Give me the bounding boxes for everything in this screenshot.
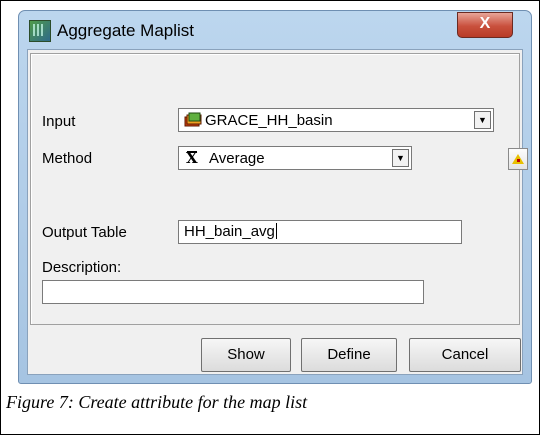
input-combo[interactable]: GRACE_HH_basin ▼ [178,108,494,132]
average-icon: X [186,149,198,167]
method-value: Average [209,150,265,167]
title-bar[interactable]: Aggregate Maplist X [19,11,531,49]
chevron-down-icon[interactable]: ▼ [392,149,409,167]
show-button[interactable]: Show [201,338,291,372]
method-combo[interactable]: X Average ▼ [178,146,412,170]
figure-caption: Figure 7: Create attribute for the map l… [6,392,308,412]
input-value: GRACE_HH_basin [205,112,333,129]
output-table-value: HH_bain_avg [184,223,275,240]
input-label: Input [42,113,76,130]
chevron-down-icon[interactable]: ▼ [474,111,491,129]
description-input[interactable] [42,280,424,304]
cancel-button[interactable]: Cancel [409,338,521,372]
dialog-window: Aggregate Maplist X Input GRACE_HH_basin… [18,10,532,384]
dialog-body: Input GRACE_HH_basin ▼ Method X Average … [27,49,528,375]
close-button[interactable]: X [457,12,513,38]
maplist-icon [184,112,202,127]
description-label: Description: [42,259,122,276]
output-table-input[interactable]: HH_bain_avg [178,220,462,244]
output-table-label: Output Table [42,224,127,241]
define-button[interactable]: Define [301,338,397,372]
properties-button[interactable] [508,148,528,170]
method-label: Method [42,150,93,167]
window-title: Aggregate Maplist [57,21,195,40]
app-icon [29,20,51,42]
